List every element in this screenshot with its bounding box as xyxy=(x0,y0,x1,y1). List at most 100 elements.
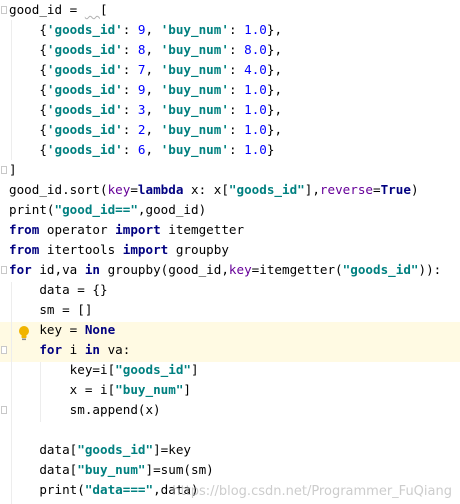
code-token: good_id.sort( xyxy=(9,182,108,197)
code-token: 3 xyxy=(137,102,146,117)
code-token: x = i[ xyxy=(9,382,116,397)
fold-marker-icon[interactable] xyxy=(1,6,7,14)
code-token: reverse xyxy=(319,182,373,197)
code-token: "goods_id" xyxy=(77,442,154,457)
code-token: : xyxy=(122,22,138,37)
code-line[interactable]: from operator import itemgetter xyxy=(9,220,441,240)
code-token: i xyxy=(62,342,85,357)
code-line[interactable]: {'goods_id': 3, 'buy_num': 1.0}, xyxy=(9,100,441,120)
code-token: None xyxy=(84,322,116,337)
fold-marker-icon[interactable] xyxy=(1,266,7,274)
code-token: { xyxy=(9,22,47,37)
code-token: 9 xyxy=(137,22,146,37)
fold-marker-icon[interactable] xyxy=(1,406,7,414)
code-line[interactable]: from itertools import groupby xyxy=(9,240,441,260)
code-token: from xyxy=(9,242,40,257)
fold-marker-icon[interactable] xyxy=(1,166,7,174)
code-token: itemgetter xyxy=(160,222,245,237)
code-token: : xyxy=(228,22,245,37)
watermark-text: https://blog.csdn.net/Programmer_FuQiang xyxy=(172,484,452,499)
code-line[interactable]: ] xyxy=(9,160,441,180)
code-token: , xyxy=(145,142,161,157)
code-token: "buy_num" xyxy=(115,382,184,397)
code-token: }, xyxy=(266,22,283,37)
code-token: 7 xyxy=(137,62,146,77)
code-token: : xyxy=(122,122,138,137)
code-line[interactable]: data = {} xyxy=(9,280,441,300)
code-token: 8.0 xyxy=(244,42,267,57)
code-token: "goods_id" xyxy=(342,262,419,277)
code-line[interactable]: print("good_id==",good_id) xyxy=(9,200,441,220)
code-line[interactable]: {'goods_id': 7, 'buy_num': 4.0}, xyxy=(9,60,441,80)
code-token: 1.0 xyxy=(244,122,267,137)
code-token: x: x[ xyxy=(183,182,229,197)
code-token: lambda xyxy=(137,182,184,197)
code-line[interactable]: key = None xyxy=(9,320,441,340)
code-token: 1.0 xyxy=(244,142,267,157)
code-token: 'goods_id' xyxy=(46,82,123,97)
code-line[interactable]: key=i["goods_id"] xyxy=(9,360,441,380)
editor-gutter xyxy=(0,0,8,504)
code-token: }, xyxy=(266,62,283,77)
code-token: : xyxy=(228,102,245,117)
code-line[interactable]: {'goods_id': 9, 'buy_num': 1.0}, xyxy=(9,80,441,100)
code-token: data[ xyxy=(9,462,78,477)
code-token: : xyxy=(122,62,138,77)
code-token: : xyxy=(228,142,245,157)
code-line[interactable]: {'goods_id': 8, 'buy_num': 8.0}, xyxy=(9,40,441,60)
code-token: ) xyxy=(410,182,419,197)
code-token: "goods_id" xyxy=(228,182,305,197)
code-line[interactable]: {'goods_id': 9, 'buy_num': 1.0}, xyxy=(9,20,441,40)
code-editor[interactable]: good_id = [ {'goods_id': 9, 'buy_num': 1… xyxy=(0,0,460,504)
code-token: 8 xyxy=(137,42,146,57)
code-line[interactable]: for i in va: xyxy=(9,340,441,360)
code-token: data = {} xyxy=(9,282,108,297)
code-token: 'buy_num' xyxy=(160,142,229,157)
code-token: print( xyxy=(9,482,85,497)
code-line[interactable]: {'goods_id': 2, 'buy_num': 1.0}, xyxy=(9,120,441,140)
fold-marker-icon[interactable] xyxy=(1,346,7,354)
code-line[interactable]: good_id = [ xyxy=(9,0,441,20)
code-token: , xyxy=(145,82,161,97)
code-token: 6 xyxy=(137,142,146,157)
code-token: 'buy_num' xyxy=(160,82,229,97)
code-token: key xyxy=(107,182,131,197)
code-token: 'goods_id' xyxy=(46,142,123,157)
code-line[interactable]: {'goods_id': 6, 'buy_num': 1.0} xyxy=(9,140,441,160)
code-token: data[ xyxy=(9,442,78,457)
code-token: "goods_id" xyxy=(115,362,191,377)
code-line[interactable]: data["buy_num"]=sum(sm) xyxy=(9,460,441,480)
code-token: : xyxy=(228,122,245,137)
code-area[interactable]: good_id = [ {'goods_id': 9, 'buy_num': 1… xyxy=(9,0,441,500)
code-token: id,va xyxy=(31,262,85,277)
code-token: ,good_id) xyxy=(137,202,207,217)
code-token: itertools xyxy=(39,242,123,257)
code-token: : xyxy=(122,82,138,97)
code-token: )): xyxy=(418,262,442,277)
code-token: 'buy_num' xyxy=(160,42,229,57)
code-line[interactable]: x = i["buy_num"] xyxy=(9,380,441,400)
code-line[interactable]: for id,va in groupby(good_id,key=itemget… xyxy=(9,260,441,280)
code-token: , xyxy=(145,102,161,117)
code-line[interactable]: sm.append(x) xyxy=(9,400,441,420)
code-token: { xyxy=(9,142,47,157)
code-token: 1.0 xyxy=(244,102,267,117)
code-token: sm.append(x) xyxy=(9,402,161,417)
code-token: }, xyxy=(266,122,283,137)
code-line[interactable]: sm = [] xyxy=(9,300,441,320)
code-token: 2 xyxy=(137,122,146,137)
code-token: in xyxy=(84,262,100,277)
code-line[interactable]: good_id.sort(key=lambda x: x["goods_id"]… xyxy=(9,180,441,200)
code-line[interactable] xyxy=(9,420,441,440)
code-token: ]=key xyxy=(153,442,191,457)
code-token: key=i[ xyxy=(9,362,116,377)
code-token: 'goods_id' xyxy=(46,22,123,37)
code-token: groupby xyxy=(168,242,229,257)
code-token: print( xyxy=(9,202,55,217)
code-token: 'buy_num' xyxy=(160,62,229,77)
code-token: : xyxy=(122,102,138,117)
code-line[interactable]: data["goods_id"]=key xyxy=(9,440,441,460)
code-token: : xyxy=(122,142,138,157)
